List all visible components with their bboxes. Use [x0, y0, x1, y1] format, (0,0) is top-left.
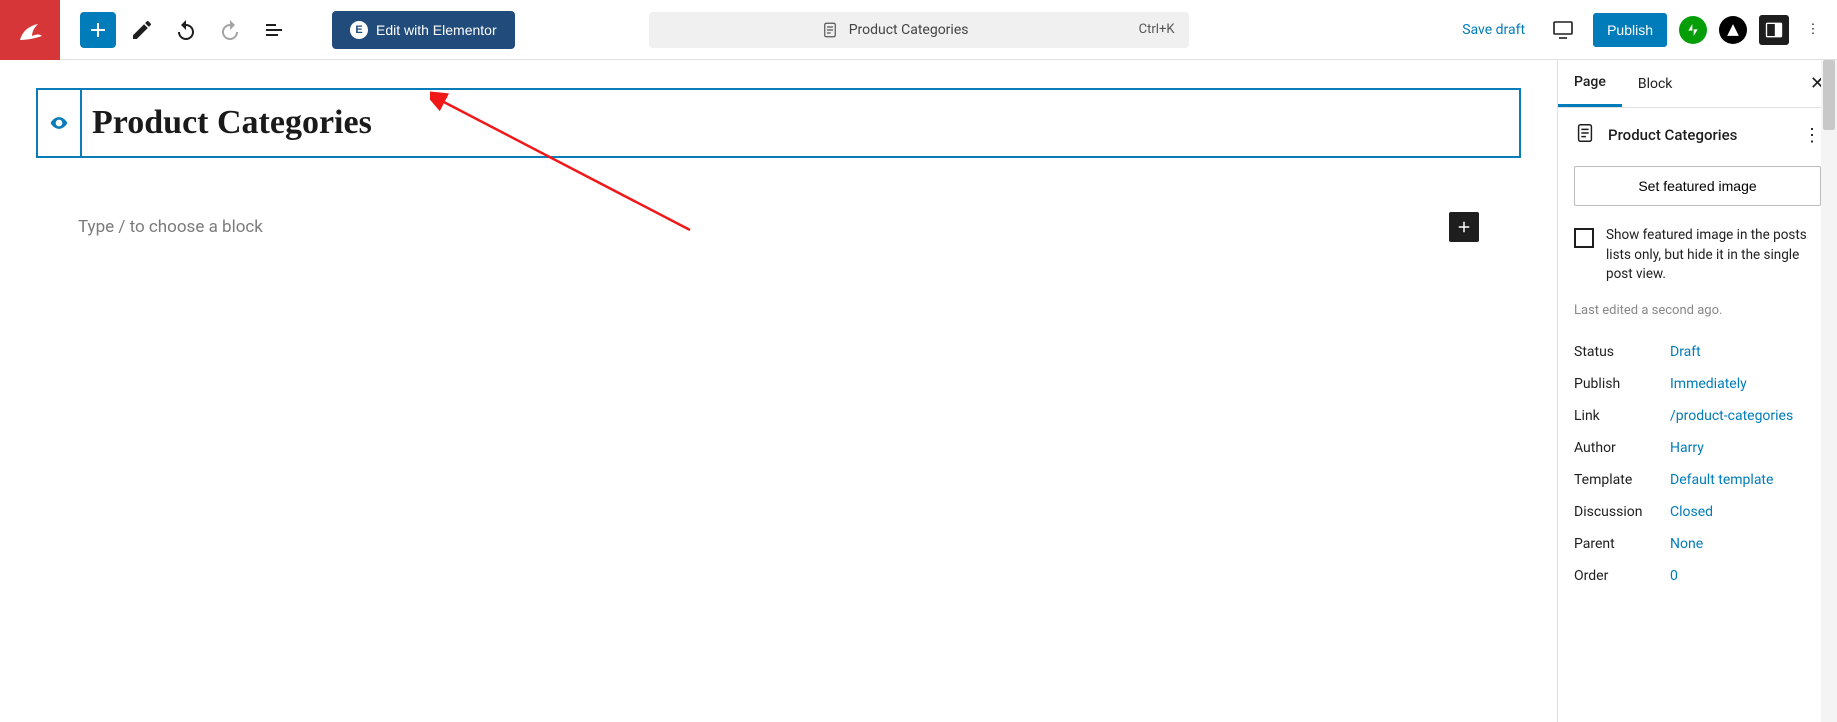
- title-block: [36, 88, 1521, 158]
- sidebar-panel-title: Product Categories: [1608, 126, 1791, 144]
- scrollbar-track: [1821, 60, 1837, 722]
- list-icon: [262, 18, 286, 42]
- featured-image-checkbox-label: Show featured image in the posts lists o…: [1606, 226, 1821, 285]
- undo-icon: [174, 18, 198, 42]
- meta-parent: Parent None: [1574, 528, 1821, 560]
- redo-button[interactable]: [212, 12, 248, 48]
- meta-label: Author: [1574, 440, 1670, 456]
- redo-icon: [218, 18, 242, 42]
- meta-discussion: Discussion Closed: [1574, 496, 1821, 528]
- featured-image-checkbox-row: Show featured image in the posts lists o…: [1558, 220, 1837, 299]
- plus-icon: [1455, 218, 1473, 236]
- elementor-label: Edit with Elementor: [376, 22, 497, 38]
- editor-canvas: Type / to choose a block: [0, 60, 1557, 722]
- meta-value-order[interactable]: 0: [1670, 568, 1678, 584]
- right-toolbar: Save draft Publish ⋮: [1462, 12, 1837, 48]
- set-featured-image-button[interactable]: Set featured image: [1574, 166, 1821, 206]
- title-visibility-icon-wrap[interactable]: [38, 90, 82, 156]
- add-block-toggle[interactable]: [80, 12, 116, 48]
- meta-value-discussion[interactable]: Closed: [1670, 504, 1713, 520]
- meta-label: Discussion: [1574, 504, 1670, 520]
- meta-label: Parent: [1574, 536, 1670, 552]
- scrollbar-thumb[interactable]: [1823, 60, 1835, 130]
- panel-options-button[interactable]: ⋮: [1803, 125, 1821, 146]
- meta-status: Status Draft: [1574, 336, 1821, 368]
- eye-icon: [49, 113, 69, 133]
- page-icon: [821, 21, 839, 39]
- meta-label: Template: [1574, 472, 1670, 488]
- meta-author: Author Harry: [1574, 432, 1821, 464]
- command-bar-shortcut: Ctrl+K: [1139, 22, 1175, 37]
- meta-label: Publish: [1574, 376, 1670, 392]
- block-placeholder-text[interactable]: Type / to choose a block: [78, 217, 1449, 237]
- tab-page[interactable]: Page: [1558, 60, 1622, 107]
- sidebar-icon: [1764, 20, 1784, 40]
- pencil-icon: [130, 18, 154, 42]
- command-bar[interactable]: Product Categories Ctrl+K: [649, 12, 1189, 48]
- meta-value-publish[interactable]: Immediately: [1670, 376, 1747, 392]
- jetpack-icon[interactable]: [1679, 16, 1707, 44]
- meta-label: Order: [1574, 568, 1670, 584]
- settings-sidebar: Page Block ✕ Product Categories ⋮ Set fe…: [1557, 60, 1837, 722]
- page-meta-list: Status Draft Publish Immediately Link /p…: [1558, 330, 1837, 598]
- settings-sidebar-toggle[interactable]: [1759, 15, 1789, 45]
- meta-template: Template Default template: [1574, 464, 1821, 496]
- meta-value-author[interactable]: Harry: [1670, 440, 1704, 456]
- publish-button[interactable]: Publish: [1593, 13, 1667, 47]
- empty-block-row: Type / to choose a block: [36, 212, 1521, 242]
- tab-block[interactable]: Block: [1622, 62, 1689, 106]
- elementor-icon: E: [350, 21, 368, 39]
- featured-image-checkbox[interactable]: [1574, 228, 1594, 248]
- undo-button[interactable]: [168, 12, 204, 48]
- meta-link: Link /product-categories: [1574, 400, 1821, 432]
- top-toolbar: E Edit with Elementor Product Categories…: [0, 0, 1837, 60]
- meta-value-parent[interactable]: None: [1670, 536, 1703, 552]
- meta-value-link[interactable]: /product-categories: [1670, 408, 1793, 424]
- yoast-icon[interactable]: [1719, 16, 1747, 44]
- preview-button[interactable]: [1545, 12, 1581, 48]
- meta-publish: Publish Immediately: [1574, 368, 1821, 400]
- document-overview-button[interactable]: [256, 12, 292, 48]
- main-area: Type / to choose a block Page Block ✕: [0, 60, 1837, 722]
- meta-value-template[interactable]: Default template: [1670, 472, 1773, 488]
- edit-mode-button[interactable]: [124, 12, 160, 48]
- meta-order: Order 0: [1574, 560, 1821, 592]
- meta-value-status[interactable]: Draft: [1670, 344, 1701, 360]
- command-bar-title: Product Categories: [849, 22, 969, 38]
- add-block-button[interactable]: [1449, 212, 1479, 242]
- dragon-icon: [12, 12, 48, 48]
- edit-with-elementor-button[interactable]: E Edit with Elementor: [332, 11, 515, 49]
- meta-label: Link: [1574, 408, 1670, 424]
- post-title-input[interactable]: [82, 90, 1519, 156]
- sidebar-tabs: Page Block ✕: [1558, 60, 1837, 108]
- site-logo[interactable]: [0, 0, 60, 60]
- sidebar-panel-header: Product Categories ⋮: [1558, 108, 1837, 162]
- page-icon: [1574, 122, 1596, 148]
- save-draft-link[interactable]: Save draft: [1462, 22, 1525, 38]
- last-edited-text: Last edited a second ago.: [1558, 299, 1837, 330]
- meta-label: Status: [1574, 344, 1670, 360]
- desktop-icon: [1551, 18, 1575, 42]
- more-options-button[interactable]: ⋮: [1801, 22, 1825, 37]
- plus-icon: [86, 18, 110, 42]
